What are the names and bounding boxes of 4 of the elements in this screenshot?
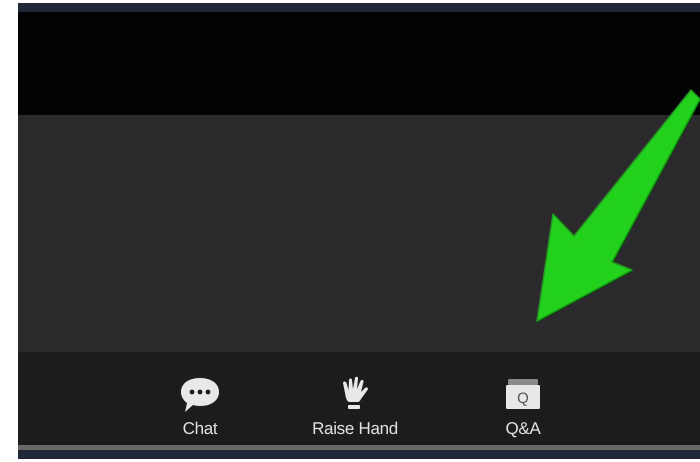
speech-bubble-icon xyxy=(178,375,222,415)
toolbar-button[interactable]: Chat xyxy=(150,375,250,439)
toolbar-button[interactable]: Raise Hand xyxy=(290,375,420,439)
toolbar-button[interactable]: Q Q&A xyxy=(460,375,586,439)
